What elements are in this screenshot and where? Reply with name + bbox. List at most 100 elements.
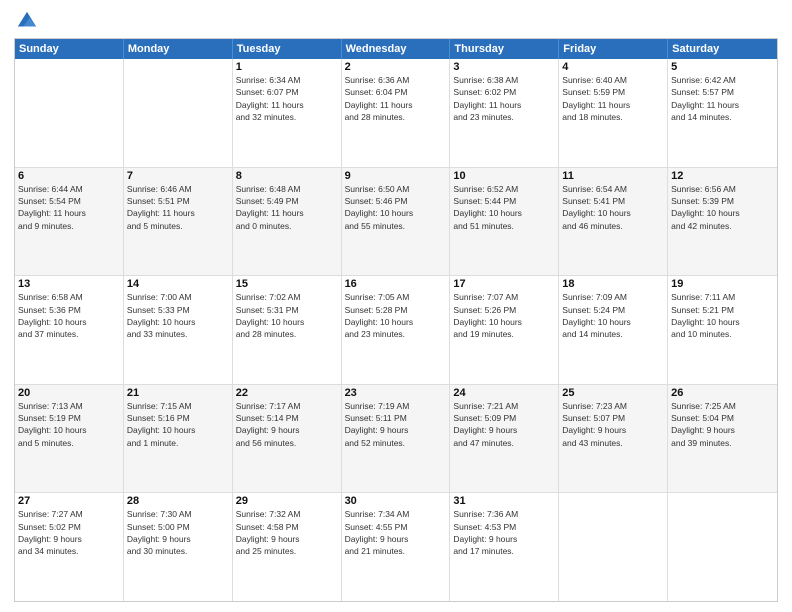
day-number: 11 [562,170,664,182]
weekday-header-friday: Friday [559,39,668,59]
calendar-day-12: 12Sunrise: 6:56 AM Sunset: 5:39 PM Dayli… [668,168,777,276]
day-info: Sunrise: 6:50 AM Sunset: 5:46 PM Dayligh… [345,183,447,232]
weekday-header-sunday: Sunday [15,39,124,59]
day-info: Sunrise: 7:02 AM Sunset: 5:31 PM Dayligh… [236,291,338,340]
day-info: Sunrise: 7:00 AM Sunset: 5:33 PM Dayligh… [127,291,229,340]
weekday-header-monday: Monday [124,39,233,59]
day-number: 28 [127,495,229,507]
calendar-day-7: 7Sunrise: 6:46 AM Sunset: 5:51 PM Daylig… [124,168,233,276]
day-number: 31 [453,495,555,507]
day-number: 6 [18,170,120,182]
day-info: Sunrise: 7:19 AM Sunset: 5:11 PM Dayligh… [345,400,447,449]
calendar-day-4: 4Sunrise: 6:40 AM Sunset: 5:59 PM Daylig… [559,59,668,167]
day-info: Sunrise: 7:13 AM Sunset: 5:19 PM Dayligh… [18,400,120,449]
calendar-day-3: 3Sunrise: 6:38 AM Sunset: 6:02 PM Daylig… [450,59,559,167]
calendar-day-1: 1Sunrise: 6:34 AM Sunset: 6:07 PM Daylig… [233,59,342,167]
day-number: 1 [236,61,338,73]
calendar-day-15: 15Sunrise: 7:02 AM Sunset: 5:31 PM Dayli… [233,276,342,384]
day-info: Sunrise: 7:11 AM Sunset: 5:21 PM Dayligh… [671,291,774,340]
calendar-day-17: 17Sunrise: 7:07 AM Sunset: 5:26 PM Dayli… [450,276,559,384]
calendar-day-8: 8Sunrise: 6:48 AM Sunset: 5:49 PM Daylig… [233,168,342,276]
day-info: Sunrise: 6:52 AM Sunset: 5:44 PM Dayligh… [453,183,555,232]
calendar-day-25: 25Sunrise: 7:23 AM Sunset: 5:07 PM Dayli… [559,385,668,493]
day-number: 14 [127,278,229,290]
calendar-week-4: 20Sunrise: 7:13 AM Sunset: 5:19 PM Dayli… [15,385,777,494]
day-info: Sunrise: 6:56 AM Sunset: 5:39 PM Dayligh… [671,183,774,232]
calendar-header: SundayMondayTuesdayWednesdayThursdayFrid… [15,39,777,59]
calendar-day-2: 2Sunrise: 6:36 AM Sunset: 6:04 PM Daylig… [342,59,451,167]
calendar-day-6: 6Sunrise: 6:44 AM Sunset: 5:54 PM Daylig… [15,168,124,276]
day-info: Sunrise: 6:36 AM Sunset: 6:04 PM Dayligh… [345,74,447,123]
weekday-header-thursday: Thursday [450,39,559,59]
day-number: 24 [453,387,555,399]
day-info: Sunrise: 6:34 AM Sunset: 6:07 PM Dayligh… [236,74,338,123]
day-info: Sunrise: 6:48 AM Sunset: 5:49 PM Dayligh… [236,183,338,232]
calendar-empty-cell [15,59,124,167]
day-info: Sunrise: 7:32 AM Sunset: 4:58 PM Dayligh… [236,508,338,557]
day-info: Sunrise: 7:23 AM Sunset: 5:07 PM Dayligh… [562,400,664,449]
day-info: Sunrise: 7:21 AM Sunset: 5:09 PM Dayligh… [453,400,555,449]
day-info: Sunrise: 7:36 AM Sunset: 4:53 PM Dayligh… [453,508,555,557]
calendar-week-3: 13Sunrise: 6:58 AM Sunset: 5:36 PM Dayli… [15,276,777,385]
weekday-header-tuesday: Tuesday [233,39,342,59]
day-info: Sunrise: 7:17 AM Sunset: 5:14 PM Dayligh… [236,400,338,449]
day-number: 8 [236,170,338,182]
day-info: Sunrise: 7:07 AM Sunset: 5:26 PM Dayligh… [453,291,555,340]
day-info: Sunrise: 7:25 AM Sunset: 5:04 PM Dayligh… [671,400,774,449]
day-info: Sunrise: 6:46 AM Sunset: 5:51 PM Dayligh… [127,183,229,232]
day-number: 21 [127,387,229,399]
day-number: 10 [453,170,555,182]
calendar: SundayMondayTuesdayWednesdayThursdayFrid… [14,38,778,602]
day-number: 3 [453,61,555,73]
calendar-day-28: 28Sunrise: 7:30 AM Sunset: 5:00 PM Dayli… [124,493,233,601]
day-number: 29 [236,495,338,507]
day-info: Sunrise: 6:54 AM Sunset: 5:41 PM Dayligh… [562,183,664,232]
day-number: 12 [671,170,774,182]
day-info: Sunrise: 7:27 AM Sunset: 5:02 PM Dayligh… [18,508,120,557]
calendar-week-1: 1Sunrise: 6:34 AM Sunset: 6:07 PM Daylig… [15,59,777,168]
calendar-week-2: 6Sunrise: 6:44 AM Sunset: 5:54 PM Daylig… [15,168,777,277]
calendar-day-11: 11Sunrise: 6:54 AM Sunset: 5:41 PM Dayli… [559,168,668,276]
weekday-header-saturday: Saturday [668,39,777,59]
calendar-day-10: 10Sunrise: 6:52 AM Sunset: 5:44 PM Dayli… [450,168,559,276]
day-number: 7 [127,170,229,182]
day-number: 26 [671,387,774,399]
calendar-day-18: 18Sunrise: 7:09 AM Sunset: 5:24 PM Dayli… [559,276,668,384]
logo [14,10,38,32]
header [14,10,778,32]
calendar-day-23: 23Sunrise: 7:19 AM Sunset: 5:11 PM Dayli… [342,385,451,493]
day-number: 2 [345,61,447,73]
day-number: 23 [345,387,447,399]
day-number: 25 [562,387,664,399]
day-number: 4 [562,61,664,73]
calendar-day-29: 29Sunrise: 7:32 AM Sunset: 4:58 PM Dayli… [233,493,342,601]
day-number: 15 [236,278,338,290]
calendar-day-9: 9Sunrise: 6:50 AM Sunset: 5:46 PM Daylig… [342,168,451,276]
day-info: Sunrise: 6:44 AM Sunset: 5:54 PM Dayligh… [18,183,120,232]
calendar-empty-cell [124,59,233,167]
day-info: Sunrise: 7:34 AM Sunset: 4:55 PM Dayligh… [345,508,447,557]
day-number: 5 [671,61,774,73]
calendar-day-16: 16Sunrise: 7:05 AM Sunset: 5:28 PM Dayli… [342,276,451,384]
day-info: Sunrise: 7:30 AM Sunset: 5:00 PM Dayligh… [127,508,229,557]
day-number: 16 [345,278,447,290]
calendar-day-21: 21Sunrise: 7:15 AM Sunset: 5:16 PM Dayli… [124,385,233,493]
calendar-body: 1Sunrise: 6:34 AM Sunset: 6:07 PM Daylig… [15,59,777,601]
calendar-day-22: 22Sunrise: 7:17 AM Sunset: 5:14 PM Dayli… [233,385,342,493]
day-info: Sunrise: 6:38 AM Sunset: 6:02 PM Dayligh… [453,74,555,123]
calendar-empty-cell [668,493,777,601]
calendar-week-5: 27Sunrise: 7:27 AM Sunset: 5:02 PM Dayli… [15,493,777,601]
weekday-header-wednesday: Wednesday [342,39,451,59]
day-number: 17 [453,278,555,290]
calendar-day-5: 5Sunrise: 6:42 AM Sunset: 5:57 PM Daylig… [668,59,777,167]
calendar-day-30: 30Sunrise: 7:34 AM Sunset: 4:55 PM Dayli… [342,493,451,601]
day-info: Sunrise: 6:42 AM Sunset: 5:57 PM Dayligh… [671,74,774,123]
day-info: Sunrise: 6:40 AM Sunset: 5:59 PM Dayligh… [562,74,664,123]
day-number: 22 [236,387,338,399]
day-info: Sunrise: 6:58 AM Sunset: 5:36 PM Dayligh… [18,291,120,340]
day-number: 13 [18,278,120,290]
day-info: Sunrise: 7:09 AM Sunset: 5:24 PM Dayligh… [562,291,664,340]
calendar-day-13: 13Sunrise: 6:58 AM Sunset: 5:36 PM Dayli… [15,276,124,384]
logo-icon [16,10,38,32]
day-number: 27 [18,495,120,507]
